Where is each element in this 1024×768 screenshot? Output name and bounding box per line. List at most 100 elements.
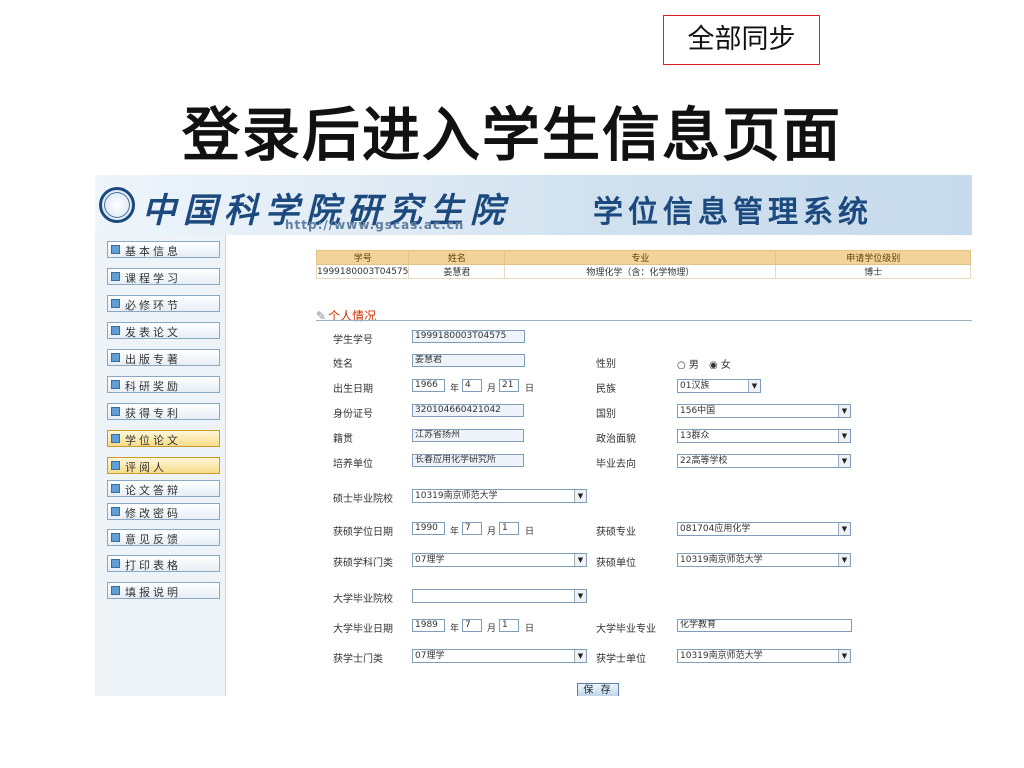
birth-month-field[interactable]: 4 [462,379,482,392]
master-major-select[interactable]: 081704应用化学 ▼ [677,522,851,536]
sidebar-item-label: 发表论文 [125,326,181,339]
sidebar-item-courses[interactable]: 课程学习 [107,268,220,285]
name-label: 姓名 [333,359,353,370]
gender-male-radio[interactable]: ○ 男 [677,356,699,371]
sidebar-item-patents[interactable]: 获得专利 [107,403,220,420]
destination-label: 毕业去向 [596,459,636,470]
bach-disc-label: 获学士门类 [333,654,383,665]
master-unit-select[interactable]: 10319南京师范大学 ▼ [677,553,851,567]
menu-bullet-icon [111,299,120,308]
table-cell: 博士 [775,264,971,279]
sidebar-item-required[interactable]: 必修环节 [107,295,220,312]
year-unit: 年 [450,384,460,394]
sidebar-item-print[interactable]: 打印表格 [107,555,220,572]
destination-select[interactable]: 22高等学校 ▼ [677,454,851,468]
bach-day-field[interactable]: 1 [499,619,519,632]
section-title: ✎ 个人情况 [316,309,377,323]
bach-month-field[interactable]: 7 [462,619,482,632]
month-unit: 月 [487,624,497,634]
day-unit: 日 [525,384,535,394]
nation-label: 民族 [596,384,616,395]
bach-major-field[interactable]: 化学教育 [677,619,852,632]
sidebar-item-monographs[interactable]: 出版专著 [107,349,220,366]
table-header: 专业 [504,250,777,265]
birth-label: 出生日期 [333,384,373,395]
chevron-down-icon: ▼ [574,650,586,662]
sidebar-item-label: 意见反馈 [125,533,181,546]
master-month-field[interactable]: 7 [462,522,482,535]
master-day-field[interactable]: 1 [499,522,519,535]
chevron-down-icon: ▼ [574,554,586,566]
bach-year-field[interactable]: 1989 [412,619,445,632]
master-disc-select[interactable]: 07理学 ▼ [412,553,587,567]
table-header: 申请学位级别 [775,250,971,265]
name-field[interactable]: 姜慧君 [412,354,525,367]
year-unit: 年 [450,527,460,537]
sidebar-item-label: 修改密码 [125,507,181,520]
menu-bullet-icon [111,434,120,443]
sidebar-item-password[interactable]: 修改密码 [107,503,220,520]
chevron-down-icon: ▼ [574,590,586,602]
menu-bullet-icon [111,507,120,516]
sidebar-item-instructions[interactable]: 填报说明 [107,582,220,599]
native-label: 籍贯 [333,434,353,445]
bach-school-select[interactable]: ▼ [412,589,587,603]
sidebar-item-feedback[interactable]: 意见反馈 [107,529,220,546]
bach-unit-label: 获学士单位 [596,654,646,665]
bach-unit-select[interactable]: 10319南京师范大学 ▼ [677,649,851,663]
gender-female-radio[interactable]: ◉ 女 [709,356,731,371]
institution-url: http://www.gscas.ac.cn [285,218,465,232]
sidebar-item-papers[interactable]: 发表论文 [107,322,220,339]
chevron-down-icon: ▼ [838,523,850,535]
master-year-field[interactable]: 1990 [412,522,445,535]
train-unit-label: 培养单位 [333,459,373,470]
idcard-field[interactable]: 320104660421042 [412,404,524,417]
birth-day-field[interactable]: 21 [499,379,519,392]
sidebar-item-label: 科研奖励 [125,380,181,393]
bach-school-label: 大学毕业院校 [333,594,393,605]
student-id-label: 学生学号 [333,335,373,346]
sidebar-item-awards[interactable]: 科研奖励 [107,376,220,393]
month-unit: 月 [487,527,497,537]
birth-year-field[interactable]: 1966 [412,379,445,392]
native-field[interactable]: 江苏省扬州 [412,429,524,442]
chevron-down-icon: ▼ [838,554,850,566]
master-date-label: 获硕学位日期 [333,527,393,538]
table-cell: 1999180003T04575 [315,264,410,279]
header-banner: 中国科学院研究生院 http://www.gscas.ac.cn 学位信息管理系… [95,175,972,236]
gender-label: 性别 [596,359,616,370]
sidebar-item-label: 学位论文 [125,434,181,447]
month-unit: 月 [487,384,497,394]
sync-all-button[interactable]: 全部同步 [663,15,820,65]
save-button[interactable]: 保 存 [577,683,619,696]
student-id-field[interactable]: 1999180003T04575 [412,330,525,343]
idcard-label: 身份证号 [333,409,373,420]
train-unit-field[interactable]: 长春应用化学研究所 [412,454,524,467]
master-unit-label: 获硕单位 [596,558,636,569]
master-school-label: 硕士毕业院校 [333,494,393,505]
sidebar-item-reviewers[interactable]: 评阅人 [107,457,220,474]
menu-bullet-icon [111,245,120,254]
sidebar-item-defense[interactable]: 论文答辩 [107,480,220,497]
main-panel: 学号 姓名 专业 申请学位级别 1999180003T04575 姜慧君 物理化… [226,235,972,696]
menu-bullet-icon [111,407,120,416]
nation-select[interactable]: 01汉族 ▼ [677,379,761,393]
chevron-down-icon: ▼ [838,455,850,467]
country-select[interactable]: 156中国 ▼ [677,404,851,418]
sidebar-item-label: 课程学习 [125,272,181,285]
year-unit: 年 [450,624,460,634]
sidebar-item-label: 基本信息 [125,245,181,258]
master-school-select[interactable]: 10319南京师范大学 ▼ [412,489,587,503]
menu-bullet-icon [111,380,120,389]
country-label: 国别 [596,409,616,420]
sidebar-item-thesis[interactable]: 学位论文 [107,430,220,447]
political-select[interactable]: 13群众 ▼ [677,429,851,443]
day-unit: 日 [525,624,535,634]
student-summary-table: 学号 姓名 专业 申请学位级别 1999180003T04575 姜慧君 物理化… [315,250,971,279]
menu-bullet-icon [111,461,120,470]
table-cell: 物理化学（含：化学物理） [504,264,777,279]
sidebar-item-basic-info[interactable]: 基本信息 [107,241,220,258]
bach-disc-select[interactable]: 07理学 ▼ [412,649,587,663]
sidebar-item-label: 论文答辩 [125,484,181,497]
sidebar-item-label: 填报说明 [125,586,181,599]
